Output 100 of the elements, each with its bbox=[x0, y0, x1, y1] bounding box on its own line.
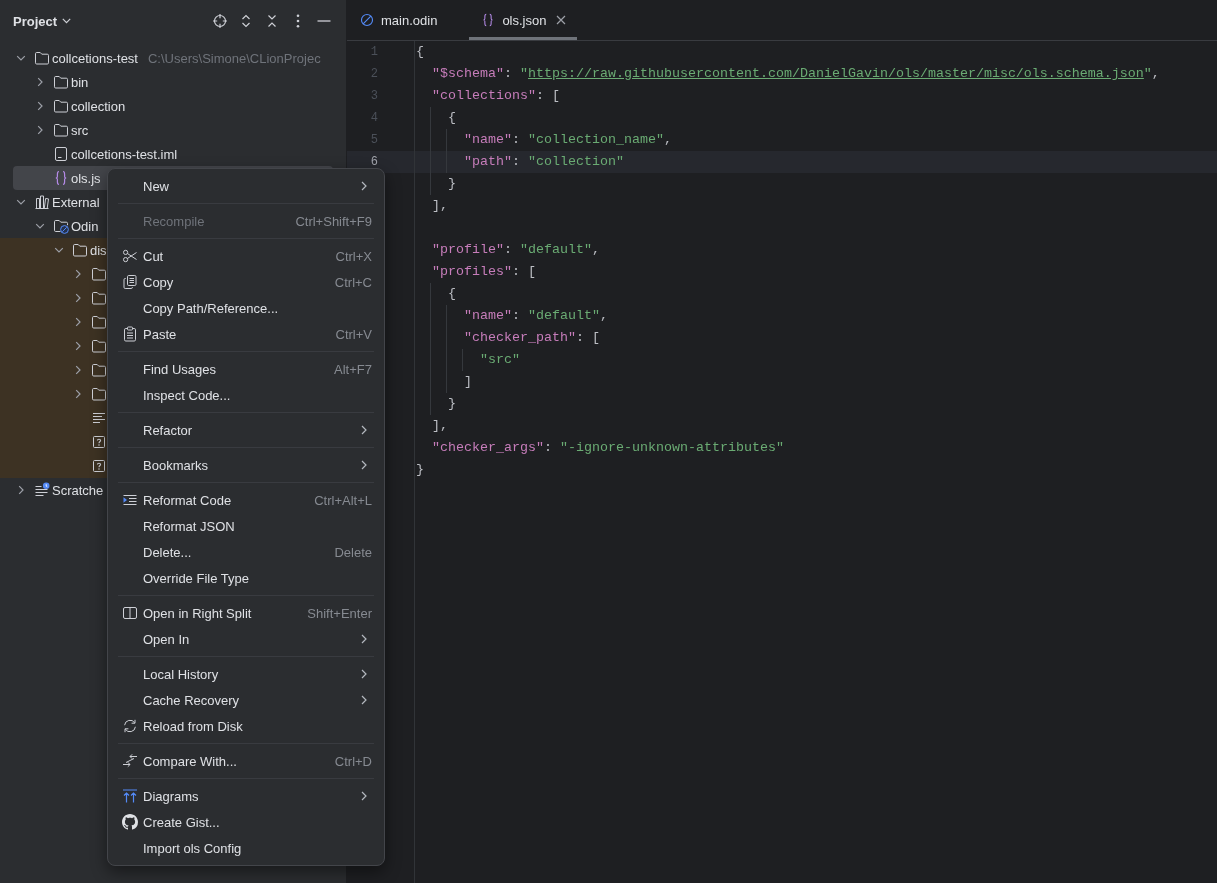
folder-icon bbox=[91, 362, 107, 378]
code-line: ] bbox=[416, 371, 472, 393]
menu-item[interactable]: Cut Ctrl+X bbox=[108, 243, 384, 269]
menu-item[interactable]: Inspect Code... bbox=[108, 382, 384, 408]
menu-item[interactable]: Override File Type bbox=[108, 565, 384, 591]
folder-icon bbox=[91, 266, 107, 282]
chevron-down-icon[interactable] bbox=[16, 53, 26, 63]
copy-icon bbox=[122, 274, 138, 290]
menu-item[interactable]: Reformat Code Ctrl+Alt+L bbox=[108, 487, 384, 513]
code-line: "profiles": [ bbox=[431, 263, 536, 281]
tree-item[interactable]: src bbox=[53, 122, 89, 138]
tree-item[interactable]: External bbox=[34, 194, 100, 210]
scissors-icon bbox=[122, 248, 138, 264]
folder-icon bbox=[91, 338, 107, 354]
chevron-right-icon[interactable] bbox=[73, 341, 83, 351]
menu-item[interactable]: Diagrams bbox=[108, 783, 384, 809]
close-icon[interactable] bbox=[556, 15, 567, 25]
folder-icon bbox=[91, 386, 107, 402]
menu-item[interactable]: Copy Ctrl+C bbox=[108, 269, 384, 295]
code-line: { bbox=[416, 43, 424, 61]
question-file-icon bbox=[91, 434, 107, 450]
menu-item[interactable]: Local History bbox=[108, 661, 384, 687]
menu-item[interactable]: Import ols Config bbox=[108, 835, 384, 861]
menu-item[interactable]: Open in Right Split Shift+Enter bbox=[108, 600, 384, 626]
tree-item[interactable]: ols.js bbox=[53, 170, 101, 186]
braces-icon bbox=[481, 13, 496, 27]
code-line: "path": "collection" bbox=[416, 151, 624, 173]
folder-icon bbox=[53, 98, 69, 114]
chevron-right-icon[interactable] bbox=[35, 77, 45, 87]
reload-icon bbox=[122, 718, 138, 734]
chevron-right-icon[interactable] bbox=[73, 389, 83, 399]
menu-item[interactable]: Paste Ctrl+V bbox=[108, 321, 384, 347]
menu-item[interactable]: Delete... Delete bbox=[108, 539, 384, 565]
braces-icon bbox=[53, 170, 69, 186]
code-line: } bbox=[416, 173, 456, 195]
menu-item[interactable]: Refactor bbox=[108, 417, 384, 443]
shortcut-text: Ctrl+D bbox=[334, 753, 372, 769]
tree-item[interactable]: collcetions-test.iml bbox=[53, 146, 178, 162]
editor-tab[interactable]: main.odin bbox=[347, 0, 470, 40]
chevron-down-icon[interactable] bbox=[35, 221, 45, 231]
folder-icon bbox=[91, 290, 107, 306]
code-line: } bbox=[416, 393, 456, 415]
lines-badge-icon bbox=[34, 482, 50, 498]
chevron-down-icon bbox=[62, 18, 72, 24]
code-line: { bbox=[416, 283, 456, 305]
lines-triangle-icon bbox=[122, 492, 138, 508]
shortcut-text: Ctrl+Alt+L bbox=[314, 492, 372, 508]
chevron-down-icon[interactable] bbox=[54, 245, 64, 255]
line-number: 6 bbox=[370, 154, 378, 171]
chevron-down-icon[interactable] bbox=[16, 197, 26, 207]
folder-icon bbox=[34, 50, 50, 66]
menu-item[interactable]: Create Gist... bbox=[108, 809, 384, 835]
question-file-icon bbox=[91, 458, 107, 474]
tree-item[interactable]: collection bbox=[53, 98, 126, 114]
code-line: "checker_path": [ bbox=[416, 327, 600, 349]
menu-item[interactable]: Reformat JSON bbox=[108, 513, 384, 539]
opposite-arrows-icon bbox=[122, 753, 138, 769]
code-line: ], bbox=[431, 417, 448, 435]
chevron-right-icon[interactable] bbox=[16, 485, 26, 495]
folder-icon bbox=[53, 122, 69, 138]
shortcut-text: Ctrl+X bbox=[335, 248, 372, 264]
code-line: "checker_args": "-ignore-unknown-attributes" bbox=[431, 439, 784, 457]
folder-icon bbox=[72, 242, 88, 258]
tree-item[interactable]: collcetions-test bbox=[34, 50, 138, 66]
code-line: "name": "collection_name", bbox=[416, 129, 672, 151]
menu-item[interactable]: Cache Recovery bbox=[108, 687, 384, 713]
cat-logo-icon bbox=[122, 814, 138, 830]
shortcut-text: Delete bbox=[334, 544, 372, 560]
shortcut-text: Alt+F7 bbox=[334, 361, 372, 377]
code-line: ], bbox=[431, 197, 448, 215]
menu-item[interactable]: Compare With... Ctrl+D bbox=[108, 748, 384, 774]
tree-item[interactable]: Odin bbox=[53, 218, 99, 234]
code-line: { bbox=[416, 107, 456, 129]
split-view-icon bbox=[122, 605, 138, 621]
chevron-right-icon[interactable] bbox=[35, 101, 45, 111]
chevron-right-icon[interactable] bbox=[73, 365, 83, 375]
chevron-right-icon[interactable] bbox=[73, 317, 83, 327]
project-view-dropdown[interactable]: Project bbox=[13, 13, 72, 29]
code-line: "$schema": "https://raw.githubusercontent.com/DanielGavin/ols/master/misc/ols.schema.json", bbox=[431, 65, 1160, 83]
tree-item[interactable]: dis bbox=[72, 242, 107, 258]
shortcut-text: Ctrl+Shift+F9 bbox=[295, 213, 372, 229]
menu-item[interactable]: Find Usages Alt+F7 bbox=[108, 356, 384, 382]
menu-item[interactable]: Open In bbox=[108, 626, 384, 652]
menu-item[interactable]: New bbox=[108, 173, 384, 199]
chevron-right-icon[interactable] bbox=[73, 293, 83, 303]
document-icon bbox=[53, 146, 69, 162]
chevron-right-icon[interactable] bbox=[73, 269, 83, 279]
menu-item[interactable]: Reload from Disk bbox=[108, 713, 384, 739]
folder-icon bbox=[53, 74, 69, 90]
tree-item[interactable]: Scratche bbox=[34, 482, 104, 498]
chevron-right-icon[interactable] bbox=[35, 125, 45, 135]
shortcut-text: Ctrl+V bbox=[335, 326, 372, 342]
menu-item[interactable]: Bookmarks bbox=[108, 452, 384, 478]
text-lines-icon bbox=[91, 410, 107, 426]
clipboard-icon bbox=[122, 326, 138, 342]
code-line: "src" bbox=[416, 349, 520, 371]
crosshair-icon[interactable] bbox=[212, 13, 228, 29]
menu-item[interactable]: Copy Path/Reference... bbox=[108, 295, 384, 321]
tree-item[interactable]: bin bbox=[53, 74, 89, 90]
slashed-circle-icon bbox=[360, 13, 374, 27]
